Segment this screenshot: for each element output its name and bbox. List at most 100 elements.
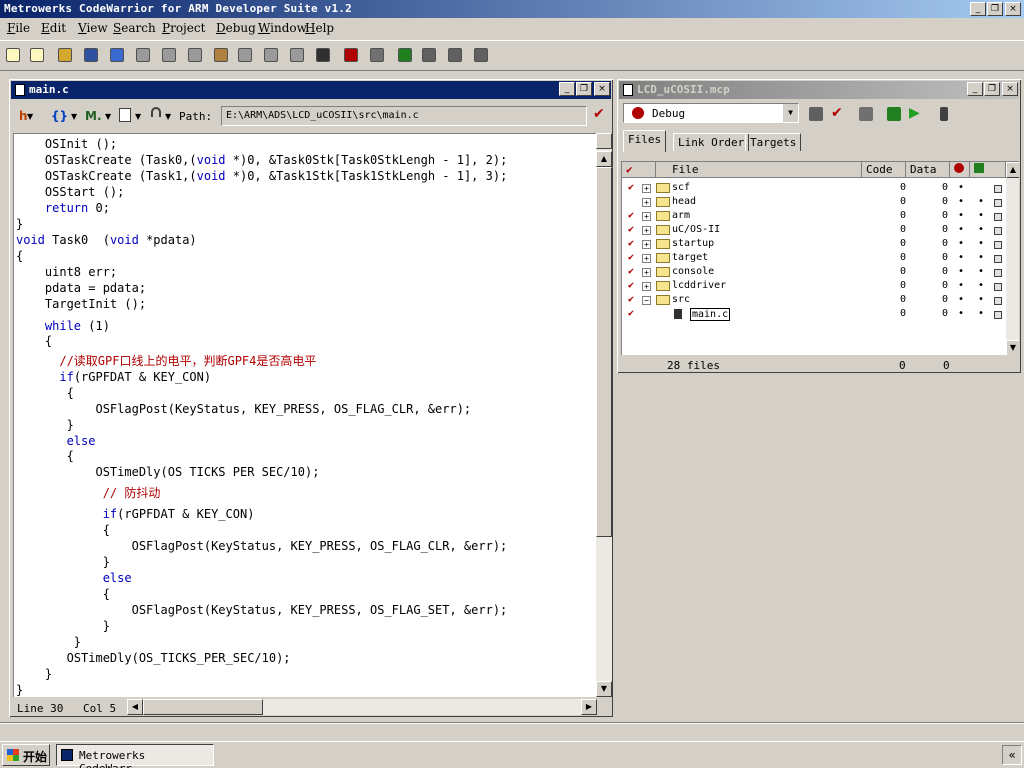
file-menu-icon[interactable] (994, 199, 1002, 207)
new-file-icon[interactable] (28, 46, 46, 64)
group-row[interactable]: ✔ + scf 0 0 • (622, 182, 1006, 196)
debug-icon[interactable] (885, 105, 903, 123)
editor-close-button[interactable]: × (594, 82, 610, 96)
target-flag[interactable]: • (978, 280, 984, 291)
target-flag[interactable]: • (978, 308, 984, 319)
editor-window[interactable]: main.c _ ❐ × h ▼ {} ▼ M. ▼ ▼ ▼ Path: E:\… (8, 78, 614, 718)
check-icon[interactable]: ✔ (628, 280, 634, 291)
menu-search[interactable]: Search (113, 21, 156, 35)
file-compare-icon[interactable] (314, 46, 332, 64)
file-list[interactable]: ✔ File Code Data ✔ + scf 0 0 • + head 0 0 • • ✔ + arm 0… (621, 161, 1019, 355)
target-flag[interactable]: • (978, 294, 984, 305)
group-row[interactable]: ✔ − src 0 0 • • (622, 294, 1006, 308)
target-flag[interactable]: • (978, 252, 984, 263)
chevron-down-icon[interactable]: ▼ (782, 104, 798, 122)
editor-maximize-button[interactable]: ❐ (576, 82, 592, 96)
file-menu-icon[interactable] (994, 227, 1002, 235)
check-icon[interactable]: ✔ (593, 106, 605, 122)
debug-flag[interactable]: • (958, 224, 964, 235)
scroll-left-button[interactable]: ◀ (127, 699, 143, 715)
functions-menu[interactable]: {} (51, 109, 68, 123)
run-icon[interactable]: ▶ (909, 105, 927, 123)
file-row[interactable]: ✔ main.c 0 0 • • (622, 308, 1006, 322)
inspector-icon[interactable] (935, 105, 953, 123)
check-icon[interactable]: ✔ (628, 308, 634, 319)
restore-button[interactable]: ❐ (987, 2, 1003, 16)
tab-files[interactable]: Files (623, 130, 667, 152)
project-minimize-button[interactable]: _ (967, 82, 983, 96)
tab-targets[interactable]: Targets (745, 133, 802, 151)
file-menu-icon[interactable] (994, 311, 1002, 319)
file-menu-icon[interactable] (994, 255, 1002, 263)
group-row[interactable]: + head 0 0 • • (622, 196, 1006, 210)
check-icon[interactable]: ✔ (628, 252, 634, 263)
editor-vertical-scrollbar[interactable]: ▲ ▼ (596, 133, 612, 697)
stop-icon[interactable] (420, 46, 438, 64)
paste-icon[interactable] (212, 46, 230, 64)
file-menu-icon[interactable] (994, 297, 1002, 305)
file-menu-icon[interactable] (994, 283, 1002, 291)
expand-toggle[interactable]: + (642, 268, 651, 277)
menu-help[interactable]: Help (305, 21, 334, 35)
expand-toggle[interactable]: + (642, 240, 651, 249)
debug-flag[interactable]: • (958, 210, 964, 221)
editor-horizontal-scrollbar[interactable]: ◀ ▶ (127, 699, 597, 715)
cut-icon[interactable] (160, 46, 178, 64)
expand-toggle[interactable]: + (642, 198, 651, 207)
debug-flag[interactable]: • (958, 252, 964, 263)
expand-toggle[interactable]: + (642, 282, 651, 291)
debug-flag[interactable]: • (958, 238, 964, 249)
close-button[interactable]: × (1005, 2, 1021, 16)
project-settings-icon[interactable] (472, 46, 490, 64)
minimize-button[interactable]: _ (970, 2, 986, 16)
menu-view[interactable]: View (78, 21, 108, 35)
check-icon[interactable]: ✔ (628, 182, 634, 193)
save-icon[interactable] (82, 46, 100, 64)
expand-toggle[interactable]: + (642, 254, 651, 263)
check-icon[interactable]: ✔ (628, 266, 634, 277)
debug-flag[interactable]: • (958, 182, 964, 193)
group-row[interactable]: ✔ + uC/OS-II 0 0 • • (622, 224, 1006, 238)
debug-flag[interactable]: • (958, 294, 964, 305)
expand-toggle[interactable]: + (642, 226, 651, 235)
menu-window[interactable]: Window (258, 21, 307, 35)
target-flag[interactable]: • (978, 266, 984, 277)
tab-link-order[interactable]: Link Order (673, 133, 750, 151)
taskbar-item-codewarrior[interactable]: Metrowerks CodeWarr... (56, 744, 214, 768)
scroll-down-button[interactable]: ▼ (596, 681, 612, 697)
column-header-file[interactable]: File (656, 162, 862, 178)
target-flag[interactable]: • (978, 196, 984, 207)
target-flag[interactable]: • (978, 210, 984, 221)
expand-toggle[interactable]: + (642, 184, 651, 193)
markers-menu[interactable]: M. (85, 109, 102, 123)
target-flag[interactable]: • (978, 238, 984, 249)
debug-flag[interactable]: • (958, 308, 964, 319)
scroll-right-button[interactable]: ▶ (581, 699, 597, 715)
check-icon[interactable]: ✔ (628, 224, 634, 235)
app-title-bar[interactable]: Metrowerks CodeWarrior for ARM Developer… (0, 0, 1024, 18)
target-column-icon[interactable] (970, 162, 1006, 178)
column-header-check[interactable]: ✔ (622, 162, 656, 178)
debug-icon[interactable] (396, 46, 414, 64)
open-icon[interactable] (56, 46, 74, 64)
path-field[interactable]: E:\ARM\ADS\LCD_uCOSII\src\main.c (221, 106, 587, 126)
undo-icon[interactable] (108, 46, 126, 64)
find-next-icon[interactable] (262, 46, 280, 64)
check-icon[interactable]: ✔ (628, 294, 634, 305)
menu-file[interactable]: File (7, 21, 30, 35)
debug-flag[interactable]: • (958, 280, 964, 291)
group-row[interactable]: ✔ + startup 0 0 • • (622, 238, 1006, 252)
project-vertical-scrollbar[interactable]: ▲ ▼ (1006, 162, 1019, 355)
editor-minimize-button[interactable]: _ (559, 82, 575, 96)
group-row[interactable]: ✔ + target 0 0 • • (622, 252, 1006, 266)
scroll-up-button[interactable]: ▲ (596, 151, 612, 167)
project-maximize-button[interactable]: ❐ (984, 82, 1000, 96)
expand-toggle[interactable]: − (642, 296, 651, 305)
make-icon[interactable] (368, 46, 386, 64)
check-icon[interactable]: ✔ (628, 210, 634, 221)
debug-flag[interactable]: • (958, 266, 964, 277)
scroll-down-button[interactable]: ▼ (1006, 340, 1019, 355)
scroll-thumb[interactable] (596, 167, 612, 537)
settings-icon[interactable] (446, 46, 464, 64)
code-area[interactable]: OSInit (); OSTaskCreate (Task0,(void *)0… (13, 133, 596, 697)
